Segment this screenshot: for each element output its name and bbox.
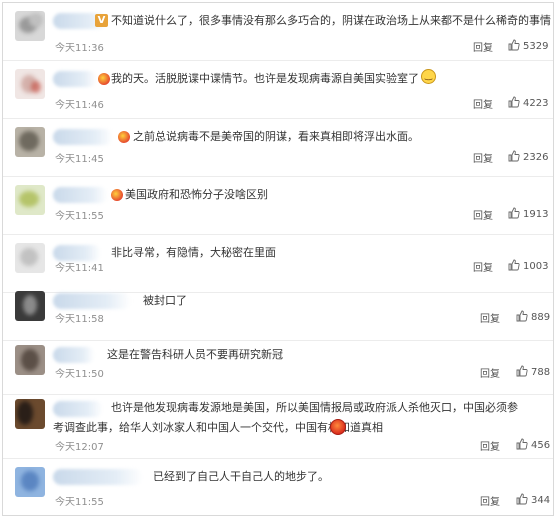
reply-button[interactable]: 回复 — [480, 365, 500, 380]
username-blurred[interactable] — [53, 129, 113, 145]
username-blurred[interactable] — [53, 293, 131, 309]
like-count: 788 — [531, 367, 551, 378]
angry-face-emoji-icon — [330, 419, 346, 435]
like-count: 4223 — [523, 98, 549, 109]
avatar[interactable] — [15, 345, 45, 375]
like-button[interactable]: 4223 — [508, 96, 548, 109]
thumbs-up-icon — [516, 310, 528, 322]
reply-button[interactable]: 回复 — [473, 96, 493, 111]
like-count: 344 — [531, 495, 551, 506]
comment-item: 也许是他发现病毒发源地是美国，所以美国情报局或政府派人杀他灭口，中国必须参考调查… — [3, 391, 553, 459]
avatar[interactable] — [15, 127, 45, 157]
thumbs-up-icon — [516, 438, 528, 450]
comment-time: 今天11:58 — [55, 314, 104, 325]
avatar[interactable] — [15, 291, 45, 321]
like-button[interactable]: 344 — [516, 493, 550, 506]
like-count: 1913 — [523, 209, 549, 220]
like-button[interactable]: 456 — [516, 438, 550, 451]
username-blurred[interactable] — [53, 347, 95, 363]
comment-text: 之前总说病毒不是美帝国的阴谋，看来真相即将浮出水面。 — [133, 130, 419, 143]
like-button[interactable]: 1003 — [508, 259, 548, 272]
comment-time: 今天11:46 — [55, 100, 104, 111]
medal-badge-icon — [98, 73, 110, 85]
like-count: 456 — [531, 440, 551, 451]
comment-time: 今天11:55 — [55, 211, 104, 222]
medal-badge-icon — [111, 189, 123, 201]
reply-button[interactable]: 回复 — [480, 493, 500, 508]
reply-button[interactable]: 回复 — [473, 39, 493, 54]
thumbs-up-icon — [508, 150, 520, 162]
comment-time: 今天11:41 — [55, 263, 104, 274]
smiley-emoji-icon: ‿ — [421, 69, 436, 84]
comment-text: 不知道说什么了，很多事情没有那么多巧合的，阴谋在政治场上从来都不是什么稀奇的事情 — [111, 14, 551, 27]
comment-time: 今天11:55 — [55, 497, 104, 508]
like-button[interactable]: 889 — [516, 310, 550, 323]
like-count: 1003 — [523, 261, 549, 272]
comment-text: 非比寻常，有隐情，大秘密在里面 — [111, 246, 276, 259]
avatar[interactable] — [15, 243, 45, 273]
comment-text: 美国政府和恐怖分子没啥区别 — [125, 188, 268, 201]
thumbs-up-icon — [508, 96, 520, 108]
reply-button[interactable]: 回复 — [473, 150, 493, 165]
thumbs-up-icon — [508, 39, 520, 51]
comment-item: 之前总说病毒不是美帝国的阴谋，看来真相即将浮出水面。 今天11:45 回复 23… — [3, 119, 553, 177]
like-button[interactable]: 788 — [516, 365, 550, 378]
username-blurred[interactable] — [53, 71, 97, 87]
comment-time: 今天12:07 — [55, 442, 104, 453]
medal-badge-icon — [118, 131, 130, 143]
reply-button[interactable]: 回复 — [480, 310, 500, 325]
comment-text: 已经到了自己人干自己人的地步了。 — [153, 470, 329, 483]
username-blurred[interactable] — [53, 187, 108, 203]
like-button[interactable]: 2326 — [508, 150, 548, 163]
comment-text: 也许是他发现病毒发源地是美国，所以美国情报局或政府派人杀他灭口，中国必须参考调查… — [53, 401, 518, 434]
like-count: 889 — [531, 312, 551, 323]
comment-item: V 不知道说什么了，很多事情没有那么多巧合的，阴谋在政治场上从来都不是什么稀奇的… — [3, 3, 553, 61]
like-button[interactable]: 5329 — [508, 39, 548, 52]
comment-item: 被封口了 今天11:58 回复 889 — [3, 283, 553, 341]
like-count: 5329 — [523, 41, 549, 52]
comment-time: 今天11:45 — [55, 154, 104, 165]
like-button[interactable]: 1913 — [508, 207, 548, 220]
thumbs-up-icon — [516, 365, 528, 377]
avatar[interactable] — [15, 185, 45, 215]
comment-text: 被封口了 — [143, 294, 187, 307]
username-blurred[interactable] — [53, 469, 143, 485]
thumbs-up-icon — [508, 259, 520, 271]
comment-item: 我的天。活脱脱谍中谍情节。也许是发现病毒源自美国实验室了 ‿ 今天11:46 回… — [3, 61, 553, 119]
comment-text: 我的天。活脱脱谍中谍情节。也许是发现病毒源自美国实验室了 — [111, 72, 419, 85]
like-count: 2326 — [523, 152, 549, 163]
reply-button[interactable]: 回复 — [473, 259, 493, 274]
avatar[interactable] — [15, 69, 45, 99]
comment-time: 今天11:36 — [55, 43, 104, 54]
comment-item: 已经到了自己人干自己人的地步了。 今天11:55 回复 344 — [3, 459, 553, 517]
comment-item: 这是在警告科研人员不要再研究新冠 今天11:50 回复 788 — [3, 337, 553, 395]
avatar[interactable] — [15, 399, 45, 429]
comment-item: 美国政府和恐怖分子没啥区别 今天11:55 回复 1913 — [3, 177, 553, 235]
thumbs-up-icon — [516, 493, 528, 505]
avatar[interactable] — [15, 11, 45, 41]
reply-button[interactable]: 回复 — [473, 207, 493, 222]
comment-text: 这是在警告科研人员不要再研究新冠 — [107, 348, 283, 361]
verified-badge-icon: V — [95, 14, 108, 27]
comment-list: V 不知道说什么了，很多事情没有那么多巧合的，阴谋在政治场上从来都不是什么稀奇的… — [2, 2, 554, 516]
comment-time: 今天11:50 — [55, 369, 104, 380]
reply-button[interactable]: 回复 — [480, 438, 500, 453]
avatar[interactable] — [15, 467, 45, 497]
thumbs-up-icon — [508, 207, 520, 219]
